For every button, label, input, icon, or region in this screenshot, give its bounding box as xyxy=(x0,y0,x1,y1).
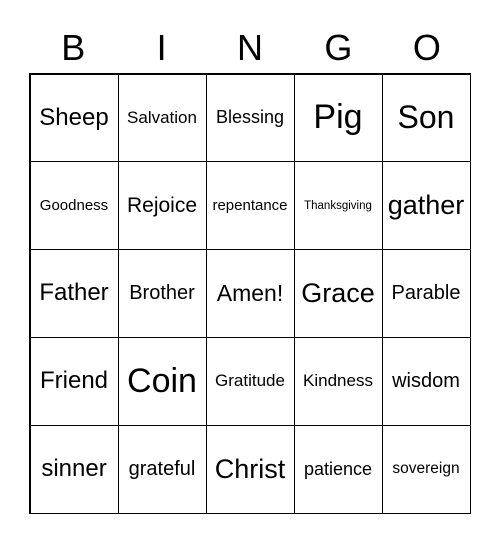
bingo-cell: Brother xyxy=(117,249,207,338)
bingo-cell: gather xyxy=(381,161,471,251)
bingo-cell: Christ xyxy=(205,424,295,514)
bingo-cell: Coin xyxy=(117,336,207,426)
bingo-cell: Grace xyxy=(293,249,383,338)
bingo-cell: Salvation xyxy=(117,73,207,163)
bingo-cell: wisdom xyxy=(381,336,471,426)
bingo-cell: Rejoice xyxy=(117,161,207,251)
bingo-cell: Blessing xyxy=(205,73,295,163)
header-letter-g: G xyxy=(324,27,353,68)
bingo-cell: repentance xyxy=(205,161,295,251)
bingo-cell: Friend xyxy=(29,336,119,426)
bingo-cell: Thanksgiving xyxy=(293,161,383,251)
bingo-cell: Gratitude xyxy=(205,336,295,426)
bingo-header: B I N G O xyxy=(29,24,471,72)
bingo-cell: Kindness xyxy=(293,336,383,426)
header-letter-i: I xyxy=(156,27,167,68)
bingo-cell: sinner xyxy=(29,424,119,514)
bingo-cell: sovereign xyxy=(381,424,471,514)
header-letter-b: B xyxy=(61,27,86,68)
header-letter-o: O xyxy=(412,27,441,68)
header-letter-n: N xyxy=(237,27,264,68)
bingo-cell: grateful xyxy=(117,424,207,514)
bingo-cell: patience xyxy=(293,424,383,514)
bingo-cell: Son xyxy=(381,73,471,163)
bingo-cell: Father xyxy=(29,249,119,338)
bingo-cell: Goodness xyxy=(29,161,119,251)
bingo-cell: Amen! xyxy=(205,249,295,338)
bingo-cell: Sheep xyxy=(29,73,119,163)
bingo-grid: Sheep Salvation Blessing Pig Son Goodnes… xyxy=(29,73,471,514)
bingo-cell: Parable xyxy=(381,249,471,338)
bingo-cell: Pig xyxy=(293,73,383,163)
